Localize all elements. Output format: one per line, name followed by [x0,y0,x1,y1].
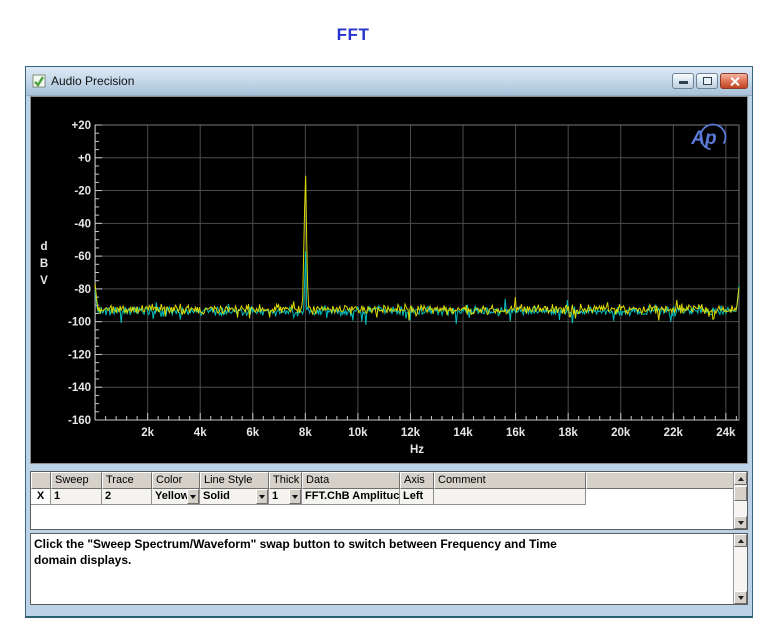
table-header-data: Data [302,472,400,489]
thick-dropdown[interactable]: 1 [269,489,302,505]
y-tick-label: -160 [68,415,91,427]
cell-comment [434,489,586,505]
line-style-value: Solid [203,490,230,502]
chevron-down-icon [190,495,196,499]
x-tick-label: 18k [559,427,579,439]
table-header-filler [586,472,736,489]
message-scrollbar[interactable] [733,534,747,604]
trace-table: Sweep Trace Color Line Style Thick Data … [30,471,748,530]
scrollbar-track[interactable] [734,501,747,516]
x-tick-label: 10k [348,427,368,439]
minimize-icon [679,81,688,84]
x-axis-title: Hz [410,444,424,456]
x-tick-label: 12k [401,427,421,439]
thick-dropdown-button[interactable] [289,489,301,504]
chevron-down-icon [292,495,298,499]
table-header-line-style: Line Style [200,472,269,489]
table-header-trace: Trace [102,472,152,489]
color-dropdown-button[interactable] [187,489,199,504]
page: FFT Audio Precision 2k4k6 [0,0,779,634]
x-tick-label: 8k [299,427,312,439]
window-title: Audio Precision [51,74,134,88]
scroll-down-button[interactable] [734,591,747,604]
table-scrollbar[interactable] [733,472,747,529]
table-header-color: Color [152,472,200,489]
scroll-down-button[interactable] [734,516,747,529]
table-row: X 1 2 Yellow Solid 1 [31,489,736,505]
audio-precision-window: Audio Precision 2k4k6k8k10k12k14k16k18k2… [25,66,753,618]
scrollbar-track[interactable] [734,547,747,591]
table-header-thick: Thick [269,472,302,489]
fft-plot-panel: 2k 4k 6k 8k 10k 12k 14k 16k 18k 20k 22k 24k +20 +0 -20… [30,96,748,464]
plot-frame [95,125,739,420]
y-axis-title: B [40,258,48,270]
close-icon [729,76,740,87]
comment-text-box[interactable]: Click the "Sweep Spectrum/Waveform" swap… [30,533,748,605]
line-style-dropdown[interactable]: Solid [200,489,269,505]
x-tick-label: 14k [453,427,473,439]
row-select-checkbox[interactable]: X [31,489,51,505]
table-header-axis: Axis [400,472,434,489]
y-tick-label: +20 [72,120,92,132]
fft-chart: 2k 4k 6k 8k 10k 12k 14k 16k 18k 20k 22k 24k +20 +0 -20… [31,97,747,463]
x-tick-label: 2k [141,427,154,439]
y-tick-label: +0 [78,153,91,165]
y-tick-label: -60 [74,251,91,263]
scroll-up-button[interactable] [734,472,747,485]
cell-trace: 2 [102,489,152,505]
trace-2 [95,176,739,321]
color-dropdown[interactable]: Yellow [152,489,200,505]
triangle-up-icon [738,539,744,543]
table-header-sweep: Sweep [51,472,102,489]
y-tick-label: -20 [74,186,91,198]
message-line: Click the "Sweep Spectrum/Waveform" swap… [34,536,729,552]
y-tick-label: -100 [68,317,91,329]
chevron-down-icon [259,495,265,499]
x-tick-label: 4k [194,427,207,439]
x-tick-label: 16k [506,427,526,439]
window-content: 2k 4k 6k 8k 10k 12k 14k 16k 18k 20k 22k 24k +20 +0 -20… [26,96,752,616]
ap-logo: Ap [690,128,716,149]
y-axis-title: V [40,275,48,287]
triangle-up-icon [738,477,744,481]
minimize-button[interactable] [672,73,694,89]
x-tick-label: 20k [611,427,631,439]
color-value: Yellow [155,490,189,502]
restore-button[interactable] [696,73,718,89]
table-header-select [31,472,51,489]
window-controls [672,73,748,89]
y-tick-label: -40 [74,218,91,230]
y-tick-label: -120 [68,349,91,361]
y-tick-label: -140 [68,382,91,394]
window-titlebar[interactable]: Audio Precision [26,67,752,96]
triangle-down-icon [738,521,744,525]
thick-value: 1 [272,490,278,502]
cell-data: FFT.ChB Amplituc [302,489,400,505]
cell-sweep: 1 [51,489,102,505]
y-axis-title: d [41,241,48,253]
triangle-down-icon [738,596,744,600]
x-tick-label: 22k [664,427,684,439]
line-style-dropdown-button[interactable] [256,489,268,504]
close-button[interactable] [720,73,748,89]
scroll-up-button[interactable] [734,534,747,547]
x-tick-label: 24k [716,427,736,439]
table-header-comment: Comment [434,472,586,489]
app-icon [32,74,46,88]
trace-table-header-row: Sweep Trace Color Line Style Thick Data … [31,472,736,489]
restore-icon [703,77,712,85]
page-title: FFT [0,25,706,45]
cell-axis: Left [400,489,434,505]
message-line: domain displays. [34,552,729,568]
scrollbar-thumb[interactable] [734,486,747,501]
y-tick-label: -80 [74,284,91,296]
x-tick-label: 6k [246,427,259,439]
